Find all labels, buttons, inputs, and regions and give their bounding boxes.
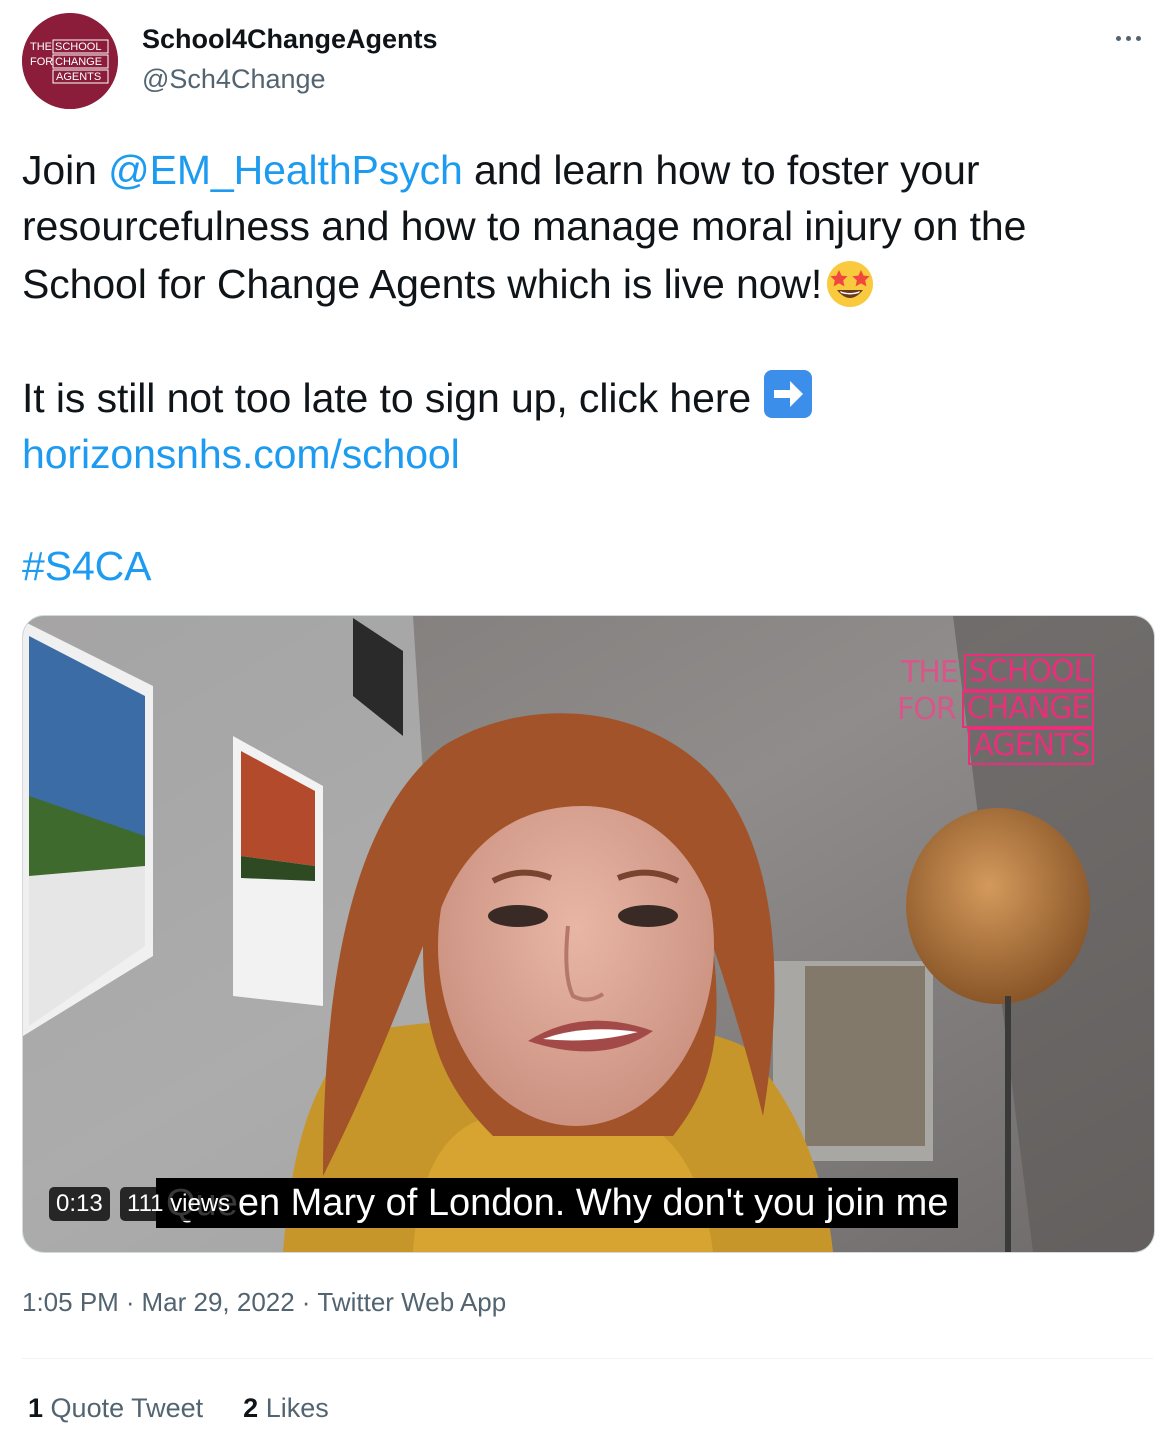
divider: [22, 1358, 1153, 1359]
video-watermark-logo: THE SCHOOL FOR CHANGE AGENTS: [897, 654, 1095, 765]
hashtag-link[interactable]: #S4CA: [22, 543, 152, 589]
video-views-badge: 111 views: [120, 1187, 238, 1221]
tweet-source[interactable]: Twitter Web App: [317, 1287, 506, 1317]
right-arrow-emoji-icon: [762, 368, 818, 424]
meta-separator: ·: [301, 1287, 311, 1317]
meta-separator: ·: [125, 1287, 135, 1317]
signup-text: It is still not too late to sign up, cli…: [22, 375, 763, 421]
author-display-name[interactable]: School4ChangeAgents: [142, 24, 438, 55]
star-struck-emoji-icon: [822, 254, 878, 310]
svg-text:SCHOOL: SCHOOL: [55, 41, 101, 53]
author-handle[interactable]: @Sch4Change: [142, 64, 326, 95]
more-options-icon[interactable]: [1108, 26, 1148, 50]
school-logo-icon: THE SCHOOL FOR CHANGE AGENTS: [22, 13, 118, 109]
quote-tweets-link[interactable]: 1 Quote Tweet: [28, 1393, 203, 1424]
likes-link[interactable]: 2 Likes: [243, 1393, 329, 1424]
svg-text:AGENTS: AGENTS: [56, 71, 101, 83]
tweet-intro: Join: [22, 147, 109, 193]
tweet-meta: 1:05 PM · Mar 29, 2022 · Twitter Web App: [22, 1287, 506, 1318]
svg-text:CHANGE: CHANGE: [55, 56, 102, 68]
video-player[interactable]: THE SCHOOL FOR CHANGE AGENTS Queen Mary of…: [22, 615, 1155, 1253]
tweet-time[interactable]: 1:05 PM: [22, 1287, 119, 1317]
mention-link[interactable]: @EM_HealthPsych: [108, 147, 463, 193]
svg-text:THE: THE: [30, 41, 52, 53]
video-subtitle: Queen Mary of London. Why don't you join…: [156, 1178, 959, 1228]
svg-text:FOR: FOR: [30, 56, 53, 68]
tweet-date[interactable]: Mar 29, 2022: [142, 1287, 295, 1317]
tweet-text: Join @EM_HealthPsych and learn how to fo…: [22, 142, 1157, 594]
video-duration-badge: 0:13: [49, 1187, 110, 1221]
author-avatar[interactable]: THE SCHOOL FOR CHANGE AGENTS: [22, 13, 118, 109]
signup-url-link[interactable]: horizonsnhs.com/school: [22, 431, 460, 477]
tweet-stats: 1 Quote Tweet 2 Likes: [28, 1393, 329, 1424]
